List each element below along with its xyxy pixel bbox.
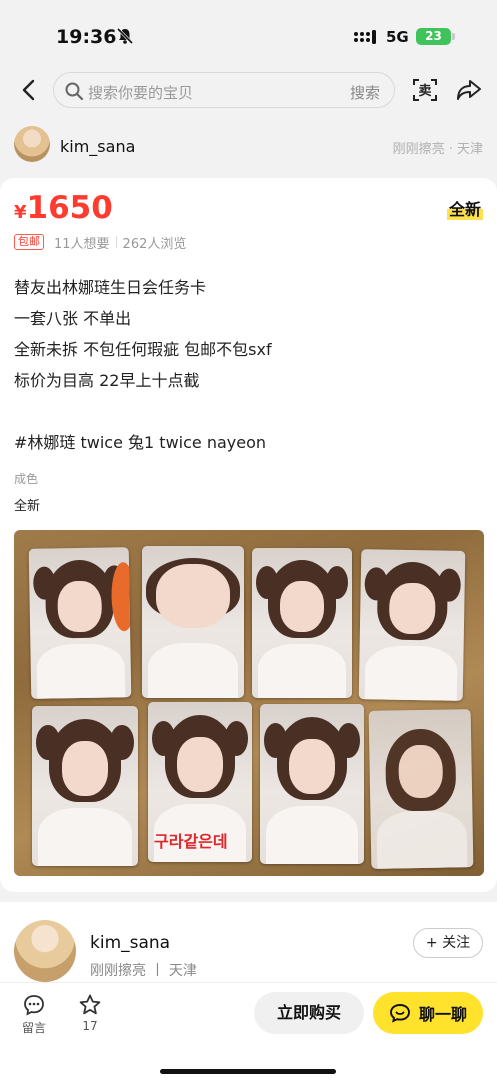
- seller-name[interactable]: kim_sana: [60, 137, 135, 156]
- photocard: [260, 704, 364, 864]
- photocard: [368, 709, 474, 869]
- photocard: [252, 548, 352, 698]
- back-icon[interactable]: [18, 78, 40, 102]
- product-price: ¥1650: [14, 190, 113, 226]
- status-time: 19:36: [56, 26, 117, 48]
- share-icon[interactable]: [456, 78, 482, 102]
- description-line: 标价为目高 22早上十点截: [14, 371, 200, 390]
- seller-header[interactable]: kim_sana 刚刚擦亮 · 天津: [0, 124, 497, 168]
- views-count: 262人浏览: [122, 236, 187, 252]
- condition-label: 成色: [14, 472, 39, 486]
- avatar[interactable]: [14, 126, 50, 162]
- seller-card: kim_sana 刚刚擦亮 丨 天津 + 关注: [0, 902, 497, 982]
- photocard: [32, 706, 138, 866]
- comment-button[interactable]: 留言: [22, 993, 46, 1036]
- divider: [115, 236, 117, 248]
- price-value: 1650: [26, 190, 113, 226]
- condition-tag: 全新: [446, 196, 483, 220]
- svg-text:卖: 卖: [418, 83, 431, 99]
- photocard: [28, 547, 132, 699]
- comment-label: 留言: [22, 1021, 47, 1035]
- comment-icon: [24, 995, 44, 1016]
- search-icon: [65, 82, 84, 101]
- battery-tip: [452, 33, 455, 40]
- favorite-button[interactable]: 17: [78, 993, 102, 1033]
- avatar[interactable]: [14, 920, 76, 982]
- home-indicator: [160, 1069, 336, 1074]
- description-line: [14, 396, 484, 427]
- chat-icon: [390, 1004, 410, 1023]
- chat-label: 聊一聊: [418, 1005, 467, 1024]
- description-line: 一套八张 不单出: [14, 309, 132, 328]
- sell-icon[interactable]: 卖: [410, 76, 440, 104]
- chat-button[interactable]: 聊一聊: [373, 992, 483, 1034]
- free-shipping-badge: 包邮: [14, 234, 44, 250]
- description-tags[interactable]: #林娜琏 twice 兔1 twice nayeon: [14, 427, 484, 458]
- product-card: ¥1650 全新 包邮 11人想要 262人浏览 替友出林娜琏生日会任务卡 一套…: [0, 178, 497, 892]
- product-photo[interactable]: 구라같은데: [14, 530, 484, 876]
- search-button[interactable]: 搜索: [350, 82, 380, 103]
- seller-name[interactable]: kim_sana: [90, 933, 170, 953]
- description-line: 全新未拆 不包任何瑕疵 包邮不包sxf: [14, 340, 272, 359]
- price-currency: ¥: [14, 202, 27, 223]
- search-input[interactable]: 搜索你要的宝贝 搜索: [53, 72, 395, 108]
- photocard: 구라같은데: [148, 702, 252, 862]
- photocard: [142, 546, 244, 698]
- seller-meta: 刚刚擦亮 丨 天津: [90, 963, 197, 979]
- mute-bell-icon: [116, 27, 134, 45]
- condition-value: 全新: [14, 499, 41, 514]
- favorite-count: 17: [82, 1019, 98, 1033]
- seller-meta: 刚刚擦亮 · 天津: [392, 142, 483, 157]
- bottom-action-bar: 留言 17 立即购买 聊一聊: [0, 982, 497, 1080]
- buy-now-button[interactable]: 立即购买: [254, 992, 364, 1034]
- product-description: 替友出林娜琏生日会任务卡 一套八张 不单出 全新未拆 不包任何瑕疵 包邮不包sx…: [14, 272, 484, 458]
- signal-icon: [354, 30, 376, 44]
- search-placeholder: 搜索你要的宝贝: [88, 84, 194, 102]
- battery-indicator: 23: [416, 28, 451, 45]
- follow-button[interactable]: + 关注: [413, 928, 483, 958]
- network-label: 5G: [386, 28, 409, 46]
- nav-bar: 搜索你要的宝贝 搜索 卖: [0, 70, 497, 112]
- photo-overlay-text: 구라같은데: [154, 832, 228, 851]
- product-stats: 包邮 11人想要 262人浏览: [14, 233, 187, 252]
- photocard: [358, 549, 466, 701]
- star-icon: [79, 994, 101, 1015]
- description-line: 替友出林娜琏生日会任务卡: [14, 278, 207, 297]
- status-bar: 19:36 5G 23: [0, 0, 497, 70]
- wants-count: 11人想要: [54, 236, 110, 252]
